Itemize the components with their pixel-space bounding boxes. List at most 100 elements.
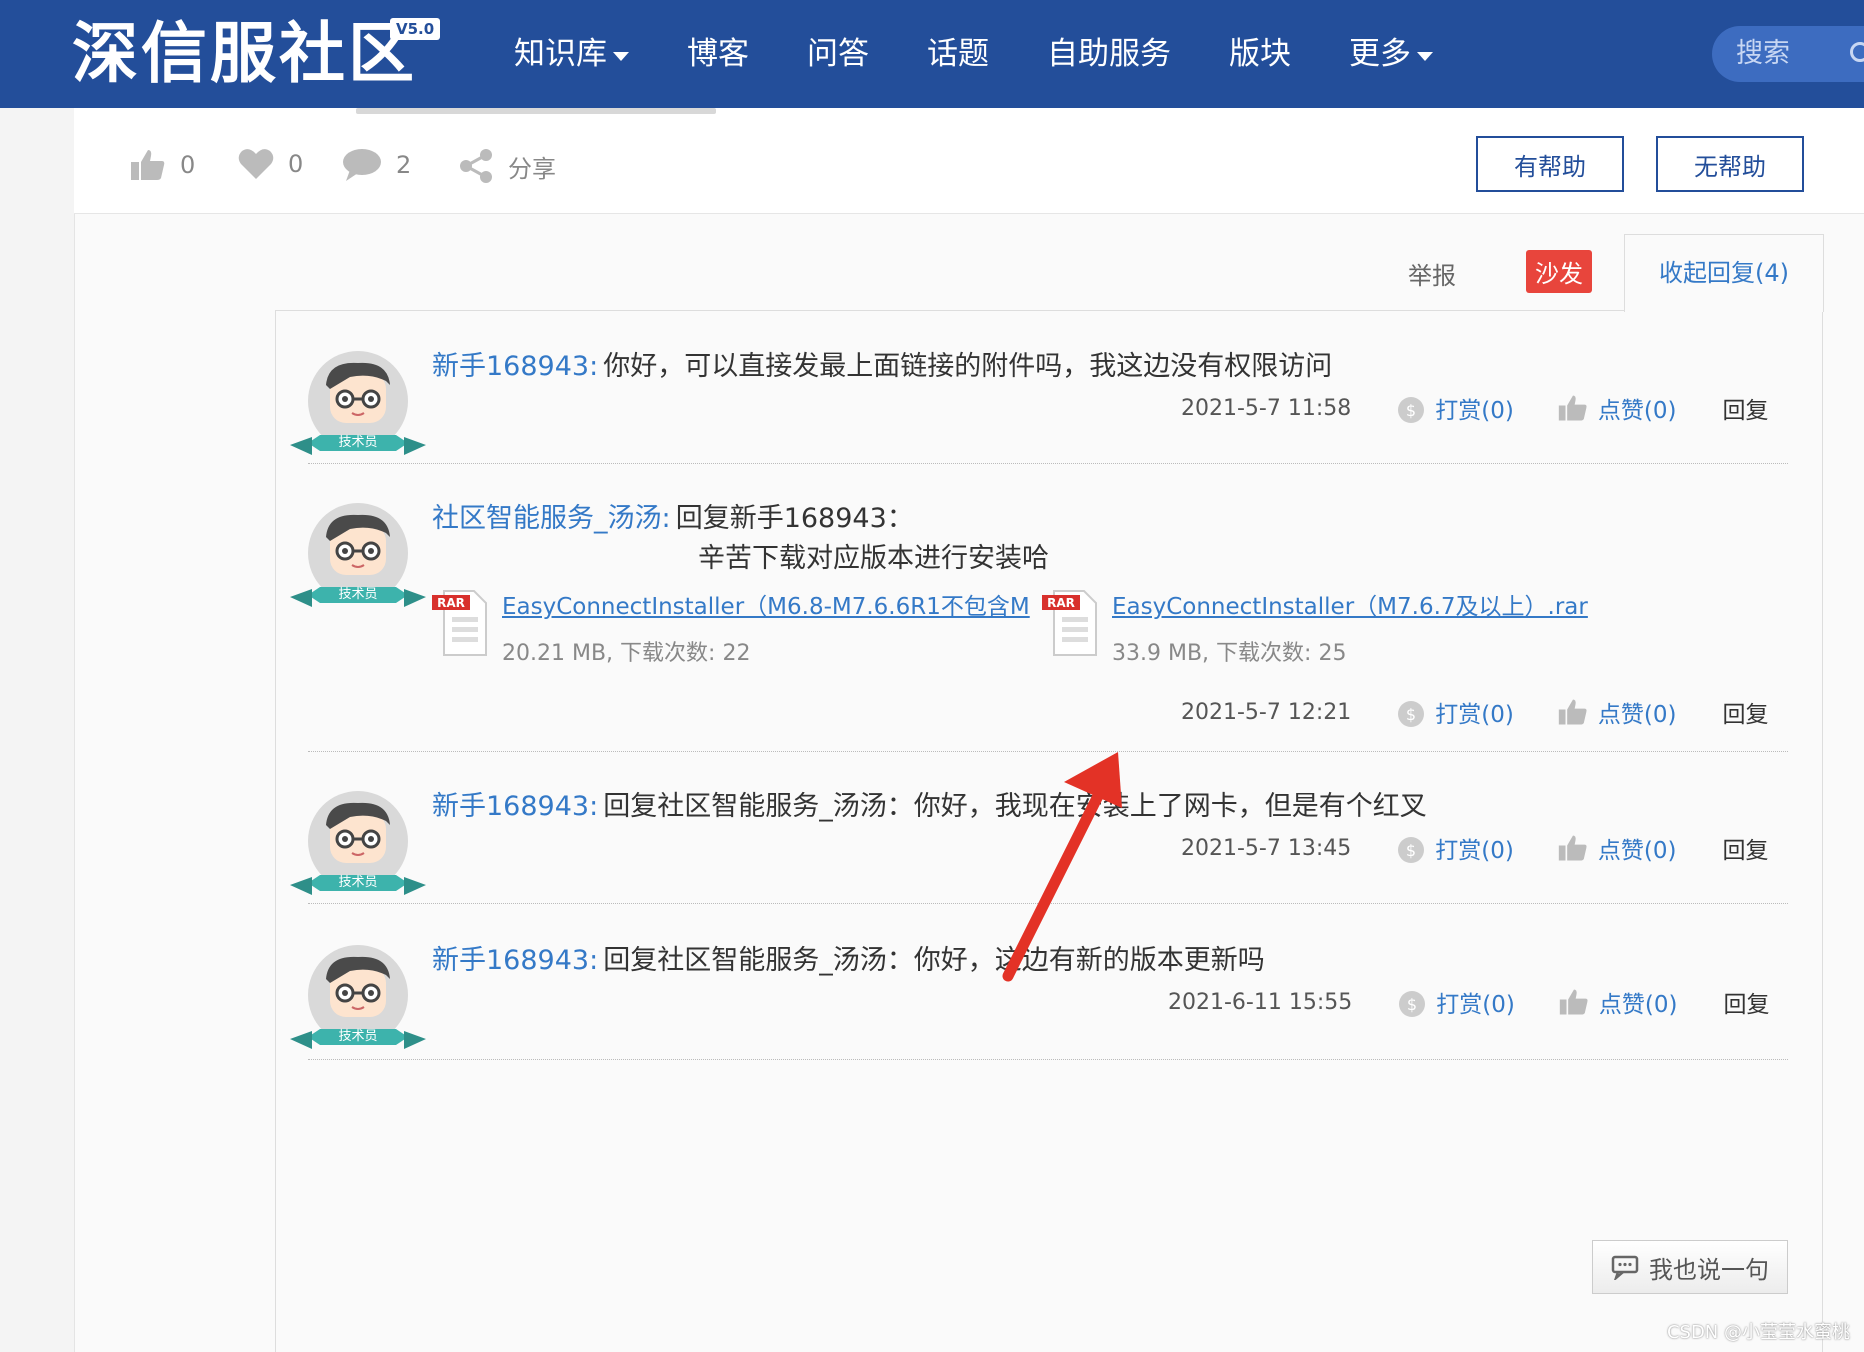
thumbs-up-icon — [131, 150, 165, 180]
reply-username[interactable]: 新手168943: — [432, 945, 598, 976]
search-icon[interactable] — [1850, 42, 1864, 62]
svg-text:$: $ — [1406, 401, 1416, 420]
divider — [308, 1059, 1788, 1060]
nav-item-self-service[interactable]: 自助服务 — [1047, 28, 1171, 80]
like-label: 点赞(0) — [1597, 702, 1677, 728]
attachment-link[interactable]: EasyConnectInstaller（M7.6.7及以上）.rar — [1112, 587, 1588, 621]
attachment-item[interactable]: RAR EasyConnectInstaller（M7.6.7及以上）.rar … — [1042, 587, 1588, 667]
not-helpful-button[interactable]: 无帮助 — [1656, 136, 1804, 192]
comment-stat[interactable]: 2 — [342, 148, 411, 182]
reply-timestamp: 2021-6-11 15:55 — [1168, 989, 1353, 1015]
attachment-meta: 33.9 MB, 下载次数: 25 — [1112, 641, 1347, 666]
chevron-down-icon — [613, 51, 629, 61]
svg-text:$: $ — [1406, 841, 1416, 860]
version-badge: V5.0 — [390, 18, 441, 40]
collapse-replies-tab[interactable]: 收起回复(4) — [1624, 234, 1824, 312]
nav-label: 自助服务 — [1047, 36, 1171, 72]
coin-icon: $ — [1399, 991, 1426, 1017]
main-nav: 知识库 博客 问答 话题 自助服务 版块 更多 — [514, 28, 1491, 80]
reply-link[interactable]: 回复 — [1722, 831, 1768, 865]
like-count: 0 — [180, 151, 196, 179]
reply-text: 辛苦下载对应版本进行安装哈 — [698, 543, 1049, 574]
reply-message: 社区智能服务_汤汤: 回复新手168943： — [432, 499, 914, 542]
nav-label: 话题 — [927, 36, 989, 72]
reply-text: 你好，可以直接发最上面链接的附件吗，我这边没有权限访问 — [603, 351, 1333, 382]
nav-item-topics[interactable]: 话题 — [927, 28, 989, 80]
nav-item-more[interactable]: 更多 — [1349, 28, 1433, 80]
nav-label: 版块 — [1229, 36, 1291, 72]
reply-list: 技术员 新手168943: 你好，可以直接发最上面链接的附件吗，我这边没有权限访… — [275, 310, 1823, 1352]
nav-item-qa[interactable]: 问答 — [807, 28, 869, 80]
like-button[interactable]: 点赞(0) — [1558, 831, 1676, 865]
svg-text:$: $ — [1406, 705, 1416, 724]
reply-timestamp: 2021-5-7 13:45 — [1181, 835, 1352, 861]
reply-text: 回复社区智能服务_汤汤：你好，我现在安装上了网卡，但是有个红叉 — [603, 791, 1427, 822]
say-something-button[interactable]: 我也说一句 — [1592, 1240, 1788, 1294]
attachment-info: EasyConnectInstaller（M6.8-M7.6.6R1不包含M 2… — [502, 587, 1030, 667]
reward-button[interactable]: $ 打赏(0) — [1398, 985, 1515, 1019]
reply-meta: 2021-5-7 11:58 $ 打赏(0) 点赞(0) 回复 — [1181, 391, 1768, 425]
post-action-bar: 0 0 2 分享 有帮助 无帮助 — [74, 108, 1864, 214]
reward-button[interactable]: $ 打赏(0) — [1397, 695, 1514, 729]
reply-meta: 2021-5-7 12:21 $ 打赏(0) 点赞(0) 回复 — [1181, 695, 1768, 729]
nav-label: 知识库 — [514, 36, 607, 72]
report-link[interactable]: 举报 — [1408, 256, 1456, 291]
divider — [308, 751, 1788, 752]
nav-label: 问答 — [807, 36, 869, 72]
reward-button[interactable]: $ 打赏(0) — [1397, 391, 1514, 425]
avatar[interactable]: 技术员 — [290, 791, 426, 909]
heart-icon — [238, 149, 274, 179]
reply-meta: 2021-6-11 15:55 $ 打赏(0) 点赞(0) 回复 — [1168, 985, 1769, 1019]
say-something-label: 我也说一句 — [1649, 1255, 1769, 1284]
nav-item-sections[interactable]: 版块 — [1229, 28, 1291, 80]
tech-staff-avatar-icon — [290, 945, 426, 1049]
favorite-count: 0 — [288, 150, 304, 178]
avatar[interactable]: 技术员 — [290, 503, 426, 621]
reply-timestamp: 2021-5-7 12:21 — [1181, 699, 1352, 725]
reply-username[interactable]: 新手168943: — [432, 351, 598, 382]
coin-icon: $ — [1398, 397, 1425, 423]
avatar-badge-label: 技术员 — [338, 587, 378, 602]
avatar-badge-label: 技术员 — [338, 875, 378, 890]
reply-username[interactable]: 新手168943: — [432, 791, 598, 822]
coin-icon: $ — [1398, 837, 1425, 863]
top-nav-bar: 深信服社区 V5.0 知识库 博客 问答 话题 自助服务 版块 更多 搜索 — [0, 0, 1864, 108]
thumbs-up-icon — [1558, 835, 1587, 861]
like-button[interactable]: 点赞(0) — [1558, 695, 1677, 729]
like-button[interactable]: 点赞(0) — [1559, 985, 1677, 1019]
site-logo[interactable]: 深信服社区 — [72, 18, 417, 90]
reply-username[interactable]: 社区智能服务_汤汤: — [432, 503, 671, 534]
reward-button[interactable]: $ 打赏(0) — [1397, 831, 1514, 865]
reply-text: 回复新手168943： — [675, 503, 914, 534]
reply-link[interactable]: 回复 — [1722, 391, 1768, 425]
reply-link[interactable]: 回复 — [1722, 695, 1768, 729]
nav-item-blog[interactable]: 博客 — [687, 28, 749, 80]
sofa-badge: 沙发 — [1526, 250, 1592, 293]
coin-icon: $ — [1398, 701, 1425, 727]
avatar[interactable]: 技术员 — [290, 351, 426, 469]
attachment-link[interactable]: EasyConnectInstaller（M6.8-M7.6.6R1不包含M — [502, 587, 1030, 621]
reply-link[interactable]: 回复 — [1723, 985, 1769, 1019]
like-stat[interactable]: 0 — [130, 148, 195, 182]
favorite-stat[interactable]: 0 — [238, 148, 303, 180]
like-button[interactable]: 点赞(0) — [1558, 391, 1677, 425]
nav-item-knowledge-base[interactable]: 知识库 — [514, 28, 629, 80]
avatar[interactable]: 技术员 — [290, 945, 426, 1063]
thumbs-up-icon — [1558, 699, 1587, 725]
helpful-button[interactable]: 有帮助 — [1476, 136, 1624, 192]
rar-label: RAR — [1047, 596, 1075, 610]
reply-text: 回复社区智能服务_汤汤：你好，这边有新的版本更新吗 — [603, 945, 1265, 976]
reply-timestamp: 2021-5-7 11:58 — [1181, 395, 1352, 421]
thumbs-up-icon — [1559, 989, 1588, 1015]
like-label: 点赞(0) — [1597, 398, 1677, 424]
tech-staff-avatar-icon — [290, 503, 426, 607]
divider — [308, 463, 1788, 464]
search-input[interactable]: 搜索 — [1712, 26, 1864, 82]
chevron-down-icon — [1417, 51, 1433, 61]
reply-meta: 2021-5-7 13:45 $ 打赏(0) 点赞(0) 回复 — [1181, 831, 1768, 865]
attachment-info: EasyConnectInstaller（M7.6.7及以上）.rar 33.9… — [1112, 587, 1588, 667]
attachment-item[interactable]: RAR EasyConnectInstaller（M6.8-M7.6.6R1不包… — [432, 587, 1030, 667]
share-button[interactable]: 分享 — [458, 148, 556, 184]
tech-staff-avatar-icon — [290, 351, 426, 455]
reward-label: 打赏(0) — [1436, 992, 1515, 1018]
